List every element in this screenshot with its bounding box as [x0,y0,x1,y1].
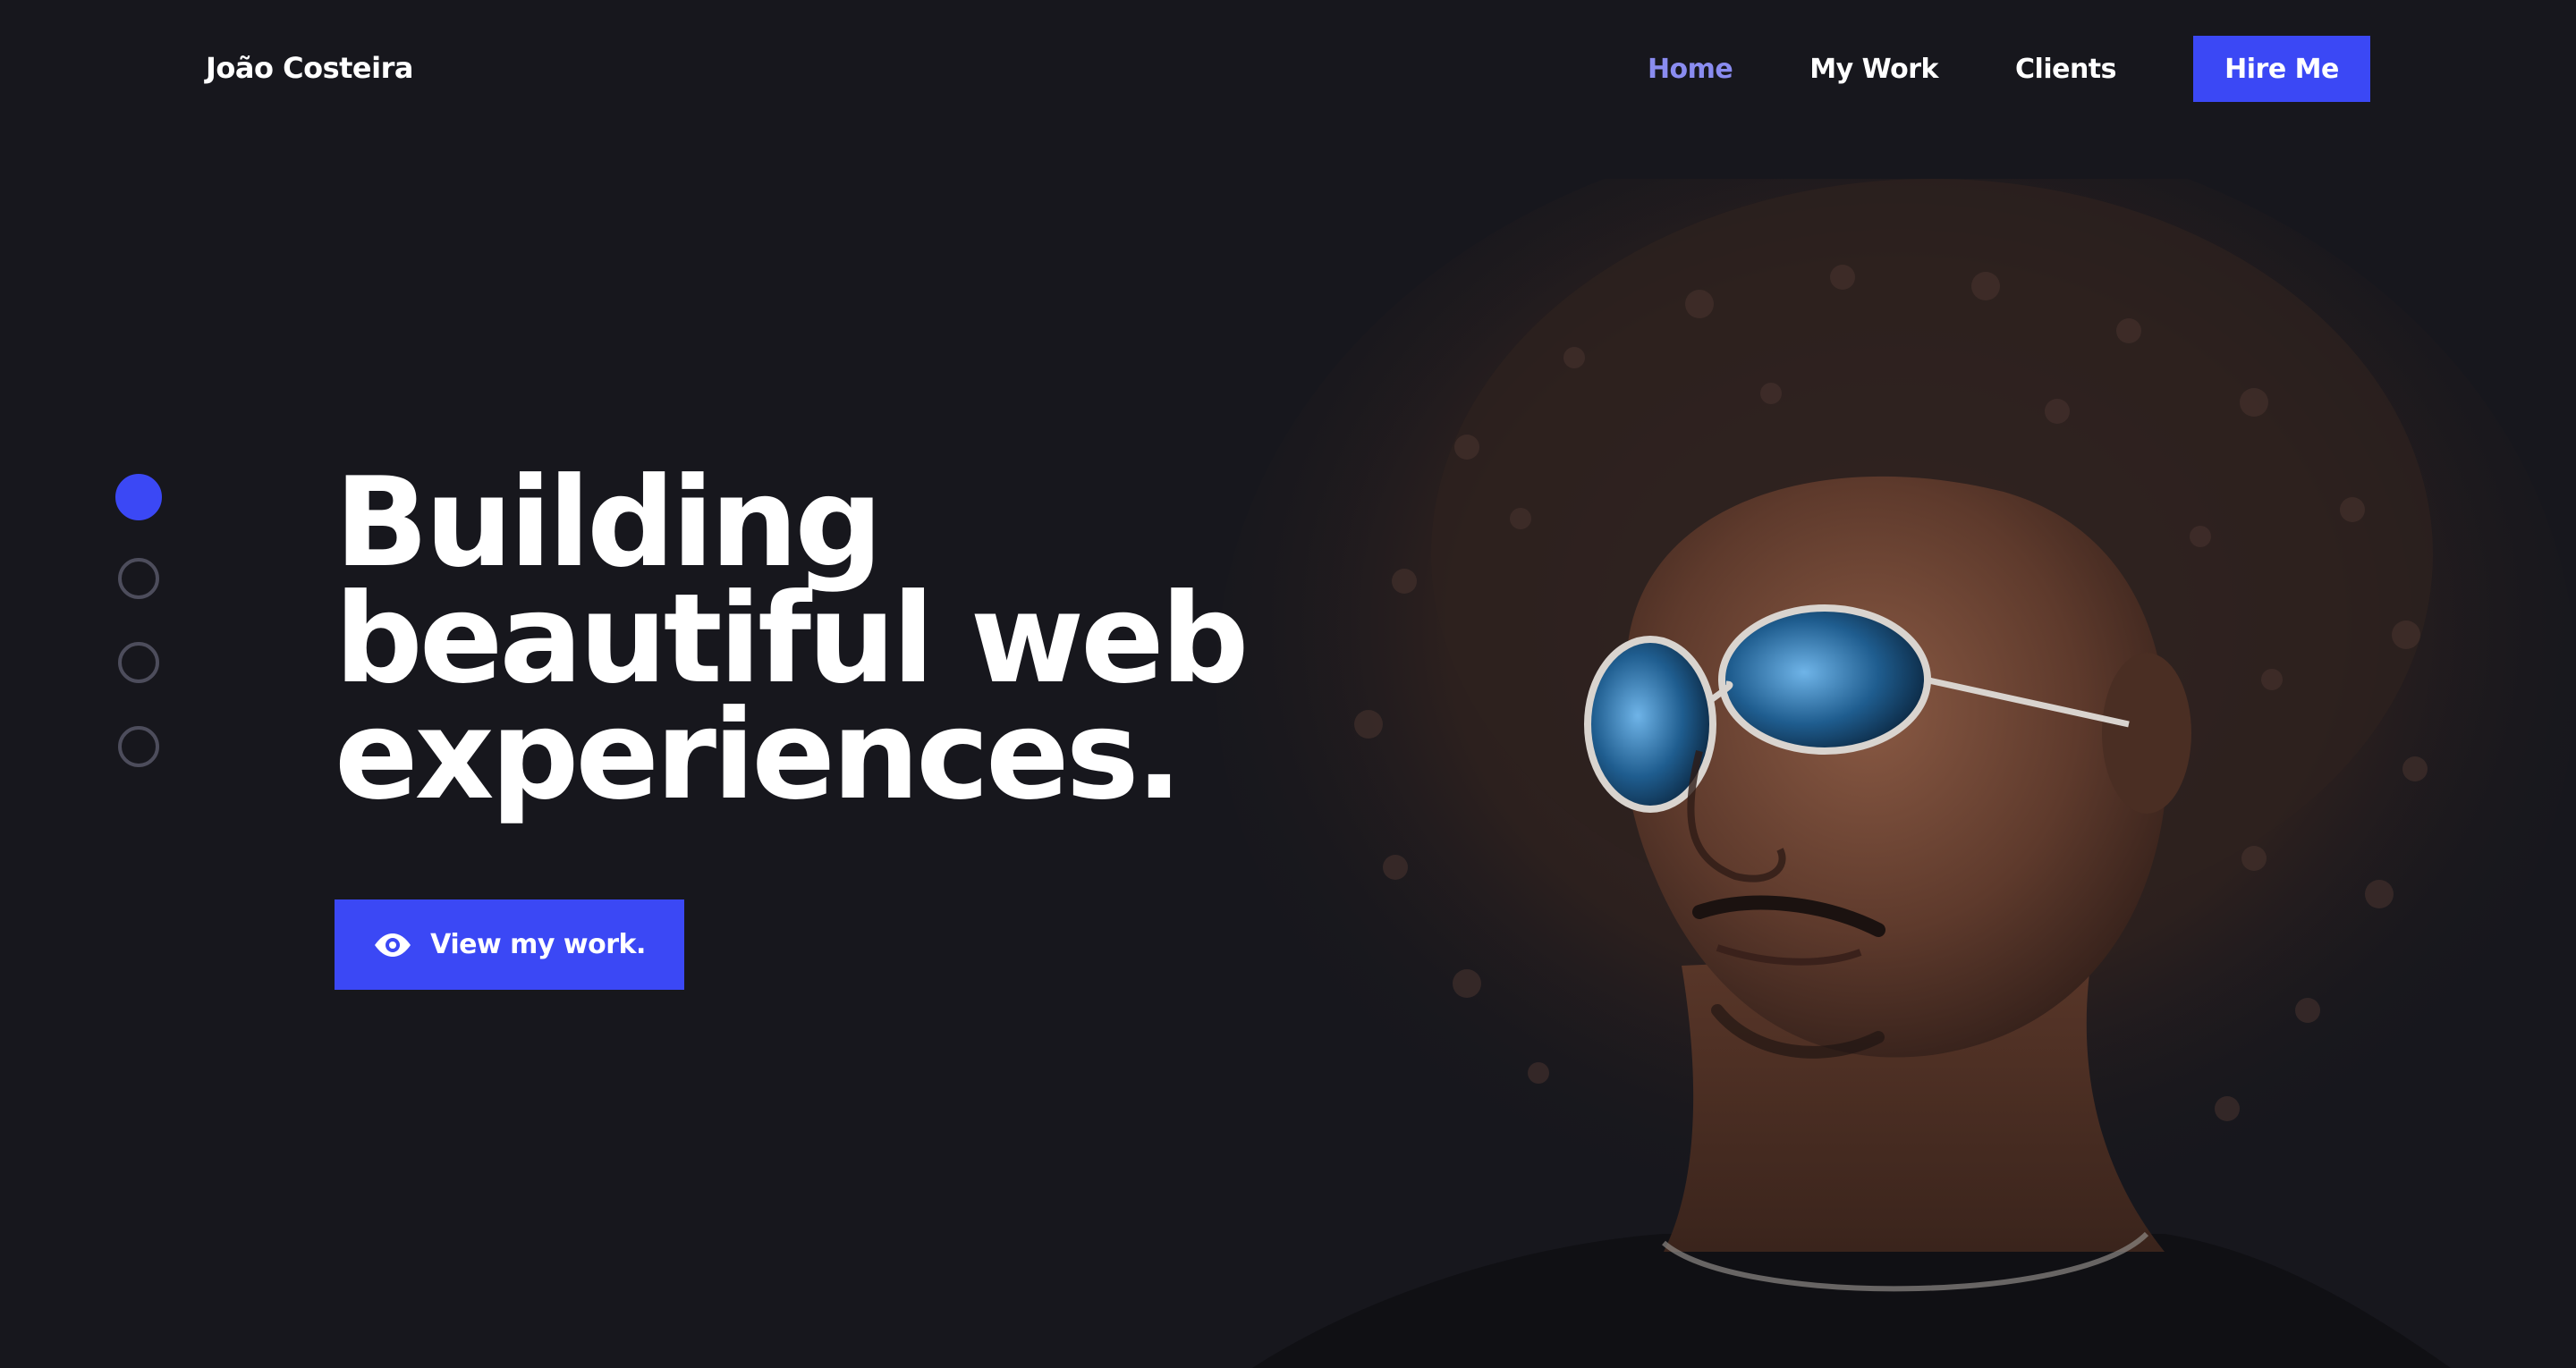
view-my-work-button[interactable]: View my work. [335,899,684,990]
site-header: João Costeira Home My Work Clients Hire … [0,0,2576,136]
brand-logo[interactable]: João Costeira [206,48,413,88]
slide-indicators [115,474,166,810]
hire-me-button[interactable]: Hire Me [2193,36,2370,102]
hero-headline: Building beautiful web experiences. [335,451,1408,827]
nav-link-clients[interactable]: Clients [2015,54,2116,85]
nav-link-my-work[interactable]: My Work [1809,54,1938,85]
eye-icon [373,933,412,958]
main-nav: Home My Work Clients Hire Me [1648,36,2370,102]
headline-line-3: experiences. [335,683,1182,827]
slide-dot-2[interactable] [118,558,159,599]
slide-dot-3[interactable] [118,642,159,683]
headline-line-1: Building [335,451,883,595]
landing-page: João Costeira Home My Work Clients Hire … [0,0,2576,1368]
headline-line-2: beautiful web [335,567,1250,711]
view-my-work-label: View my work. [430,929,646,960]
slide-dot-4[interactable] [118,726,159,767]
slide-dot-1[interactable] [115,474,162,520]
nav-link-home[interactable]: Home [1648,54,1733,85]
